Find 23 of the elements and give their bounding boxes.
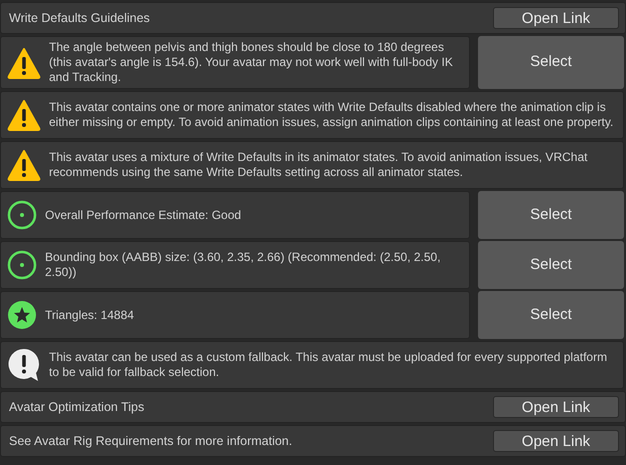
warning-icon — [7, 46, 41, 78]
select-button[interactable]: Select — [478, 291, 624, 339]
message-text: Overall Performance Estimate: Good — [45, 208, 242, 222]
link-label: See Avatar Rig Requirements for more information. — [9, 432, 292, 450]
open-link-button[interactable]: Open Link — [493, 430, 619, 452]
link-label: Write Defaults Guidelines — [9, 10, 150, 27]
select-button[interactable]: Select — [478, 191, 624, 239]
open-link-button[interactable]: Open Link — [493, 7, 619, 29]
speech-bubble-icon — [7, 347, 41, 383]
message-text: This avatar uses a mixture of Write Defaults in its animator states. To avoid animation issues, VRChat recommends using the same Write Defaults setting across all animator states. — [49, 150, 588, 180]
warning-icon — [7, 99, 41, 131]
select-button[interactable]: Select — [478, 36, 624, 89]
message-text: Triangles: 14884 — [45, 308, 134, 322]
select-button[interactable]: Select — [478, 241, 624, 289]
message-text: This avatar can be used as a custom fallback. This avatar must be uploaded for every supported platform to be valid for fallback selection. — [49, 350, 608, 380]
message-text: Bounding box (AABB) size: (3.60, 2.35, 2.66) (Recommended: (2.50, 2.50, 2.50)) — [45, 250, 442, 280]
link-label: Avatar Optimization Tips — [9, 398, 144, 416]
warning-icon — [7, 149, 41, 181]
message-text: This avatar contains one or more animator states with Write Defaults disabled where the animation clip is either missing or empty. To avoid animation issues, assign animation clips containing at least one property. — [49, 100, 614, 130]
ring-icon — [7, 250, 37, 280]
message-text: The angle between pelvis and thigh bones should be close to 180 degrees (this avatar's angle is 154.6). Your avatar may not work well with full-body IK and Tracking. — [49, 40, 454, 85]
ring-icon — [7, 200, 37, 230]
open-link-button[interactable]: Open Link — [493, 396, 619, 418]
